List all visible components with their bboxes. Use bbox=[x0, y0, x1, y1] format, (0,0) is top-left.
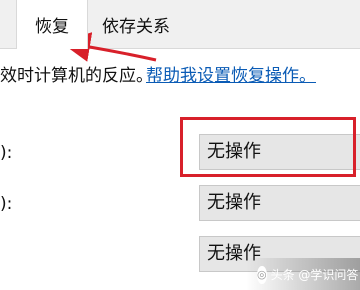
watermark-logo-icon: ◎ bbox=[257, 266, 267, 284]
second-failure-select[interactable]: 无操作 bbox=[199, 185, 360, 221]
watermark: ◎ 头条 @学识问答 bbox=[257, 264, 359, 286]
first-failure-label: ): bbox=[0, 143, 13, 163]
watermark-text: 头条 @学识问答 bbox=[270, 268, 359, 282]
description-row: 效时计算机的反应。 帮助我设置恢复操作。 bbox=[0, 62, 360, 90]
tab-dependencies[interactable]: 依存关系 bbox=[90, 0, 182, 48]
tab-previous[interactable] bbox=[0, 0, 14, 48]
description-text: 效时计算机的反应。 bbox=[0, 66, 153, 86]
second-failure-label: ): bbox=[0, 194, 13, 214]
help-setup-recovery-link[interactable]: 帮助我设置恢复操作。 bbox=[146, 62, 316, 90]
tab-strip: 恢复 依存关系 bbox=[0, 0, 360, 49]
highlight-box bbox=[180, 117, 356, 177]
tab-recovery[interactable]: 恢复 bbox=[16, 0, 88, 49]
